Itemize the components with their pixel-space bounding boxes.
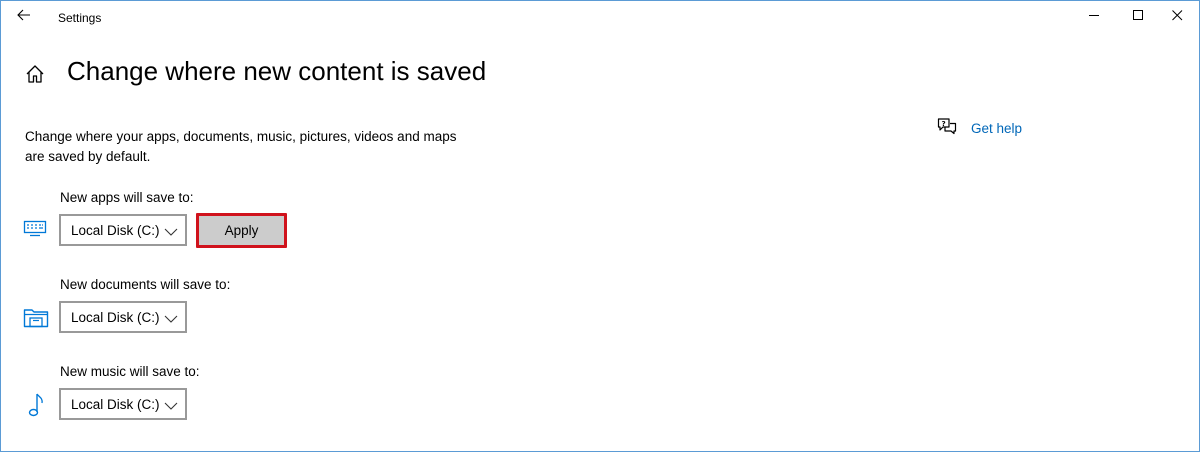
monitor-icon: [23, 220, 47, 243]
home-icon[interactable]: [24, 63, 46, 85]
help-chat-icon: ?: [937, 117, 957, 140]
page-title: Change where new content is saved: [67, 56, 487, 86]
settings-window: Settings Change where new content is sav…: [0, 0, 1200, 452]
back-arrow-icon: [17, 8, 31, 26]
back-button[interactable]: [9, 3, 39, 31]
documents-location-value: Local Disk (C:): [71, 309, 160, 325]
apps-save-label: New apps will save to:: [60, 190, 194, 205]
get-help-link[interactable]: ? Get help: [937, 117, 1022, 139]
music-save-label: New music will save to:: [60, 364, 200, 379]
music-location-dropdown[interactable]: Local Disk (C:): [59, 388, 187, 420]
folder-icon: [23, 306, 49, 333]
apps-location-value: Local Disk (C:): [71, 222, 160, 238]
maximize-icon: [1132, 8, 1144, 26]
close-button[interactable]: [1154, 1, 1200, 33]
apply-button[interactable]: Apply: [199, 216, 284, 245]
svg-text:?: ?: [942, 120, 946, 128]
apps-location-dropdown[interactable]: Local Disk (C:): [59, 214, 187, 246]
get-help-label: Get help: [971, 120, 1023, 136]
music-location-value: Local Disk (C:): [71, 396, 160, 412]
music-note-icon: [27, 391, 45, 424]
minimize-icon: [1088, 8, 1100, 26]
documents-save-label: New documents will save to:: [60, 277, 231, 292]
chevron-down-icon: [164, 398, 178, 416]
chevron-down-icon: [164, 311, 178, 329]
title-bar: Settings: [1, 1, 1199, 35]
chevron-down-icon: [164, 224, 178, 242]
window-title: Settings: [58, 11, 102, 25]
documents-location-dropdown[interactable]: Local Disk (C:): [59, 301, 187, 333]
minimize-button[interactable]: [1071, 1, 1117, 33]
page-description: Change where your apps, documents, music…: [25, 129, 457, 164]
close-icon: [1171, 8, 1183, 26]
